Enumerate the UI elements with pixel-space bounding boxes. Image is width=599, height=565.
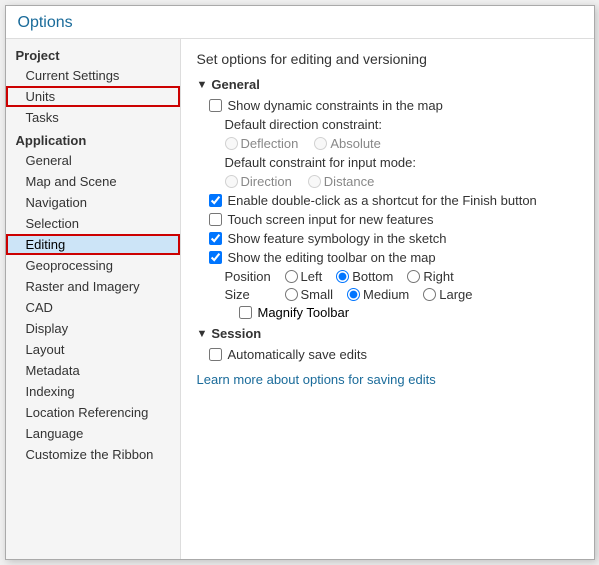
touch-screen-row: Touch screen input for new features xyxy=(209,212,578,227)
distance-option[interactable]: Distance xyxy=(308,174,375,189)
size-medium-radio[interactable] xyxy=(347,288,360,301)
magnify-toolbar-checkbox[interactable] xyxy=(239,306,252,319)
show-editing-toolbar-row: Show the editing toolbar on the map xyxy=(209,250,578,265)
size-small-label: Small xyxy=(301,287,334,302)
size-small-radio[interactable] xyxy=(285,288,298,301)
direction-radio[interactable] xyxy=(225,175,238,188)
size-small-option[interactable]: Small xyxy=(285,287,334,302)
sidebar-section-project: Project xyxy=(6,43,180,65)
show-editing-toolbar-checkbox[interactable] xyxy=(209,251,222,264)
position-right-option[interactable]: Right xyxy=(407,269,453,284)
enable-double-click-label: Enable double-click as a shortcut for th… xyxy=(228,193,537,208)
deflection-radio[interactable] xyxy=(225,137,238,150)
sidebar-item-editing[interactable]: Editing xyxy=(6,234,180,255)
absolute-label: Absolute xyxy=(330,136,381,151)
options-dialog: Options Project Current Settings Units T… xyxy=(5,5,595,560)
position-bottom-label: Bottom xyxy=(352,269,393,284)
size-large-option[interactable]: Large xyxy=(423,287,472,302)
size-medium-label: Medium xyxy=(363,287,409,302)
sidebar: Project Current Settings Units Tasks App… xyxy=(6,39,181,559)
absolute-radio[interactable] xyxy=(314,137,327,150)
session-section-label: Session xyxy=(211,326,261,341)
touch-screen-checkbox[interactable] xyxy=(209,213,222,226)
distance-label: Distance xyxy=(324,174,375,189)
auto-save-row: Automatically save edits xyxy=(209,347,578,362)
default-constraint-label: Default constraint for input mode: xyxy=(225,155,417,170)
sidebar-item-geoprocessing[interactable]: Geoprocessing xyxy=(6,255,180,276)
position-label: Position xyxy=(225,269,285,284)
dialog-title: Options xyxy=(6,6,594,39)
sidebar-item-units[interactable]: Units xyxy=(6,86,180,107)
position-bottom-radio[interactable] xyxy=(336,270,349,283)
general-section-label: General xyxy=(211,77,259,92)
sidebar-item-display[interactable]: Display xyxy=(6,318,180,339)
auto-save-checkbox[interactable] xyxy=(209,348,222,361)
position-left-label: Left xyxy=(301,269,323,284)
learn-more-link[interactable]: Learn more about options for saving edit… xyxy=(197,372,436,387)
session-collapse-arrow: ▼ xyxy=(197,328,208,340)
touch-screen-label: Touch screen input for new features xyxy=(228,212,434,227)
content-panel: Set options for editing and versioning ▼… xyxy=(181,39,594,559)
auto-save-label: Automatically save edits xyxy=(228,347,367,362)
sidebar-item-map-and-scene[interactable]: Map and Scene xyxy=(6,171,180,192)
sidebar-item-customize-ribbon[interactable]: Customize the Ribbon xyxy=(6,444,180,465)
sidebar-item-location-referencing[interactable]: Location Referencing xyxy=(6,402,180,423)
sidebar-section-application: Application xyxy=(6,128,180,150)
show-feature-symbology-checkbox[interactable] xyxy=(209,232,222,245)
sidebar-item-raster-imagery[interactable]: Raster and Imagery xyxy=(6,276,180,297)
position-row: Position Left Bottom Right xyxy=(225,269,578,284)
sidebar-item-indexing[interactable]: Indexing xyxy=(6,381,180,402)
general-section-header[interactable]: ▼ General xyxy=(197,77,578,92)
sidebar-item-tasks[interactable]: Tasks xyxy=(6,107,180,128)
sidebar-item-navigation[interactable]: Navigation xyxy=(6,192,180,213)
size-medium-option[interactable]: Medium xyxy=(347,287,409,302)
size-label: Size xyxy=(225,287,285,302)
sidebar-item-layout[interactable]: Layout xyxy=(6,339,180,360)
input-mode-group: Direction Distance xyxy=(225,174,578,189)
position-left-option[interactable]: Left xyxy=(285,269,323,284)
sidebar-item-metadata[interactable]: Metadata xyxy=(6,360,180,381)
sidebar-item-general[interactable]: General xyxy=(6,150,180,171)
size-row: Size Small Medium Large xyxy=(225,287,578,302)
deflection-option[interactable]: Deflection xyxy=(225,136,299,151)
sidebar-item-cad[interactable]: CAD xyxy=(6,297,180,318)
magnify-toolbar-row: Magnify Toolbar xyxy=(239,305,578,320)
show-feature-symbology-label: Show feature symbology in the sketch xyxy=(228,231,447,246)
default-direction-label-row: Default direction constraint: xyxy=(225,117,578,132)
absolute-option[interactable]: Absolute xyxy=(314,136,381,151)
sidebar-item-selection[interactable]: Selection xyxy=(6,213,180,234)
general-collapse-arrow: ▼ xyxy=(197,79,208,91)
show-feature-symbology-row: Show feature symbology in the sketch xyxy=(209,231,578,246)
session-section-header[interactable]: ▼ Session xyxy=(197,326,578,341)
show-editing-toolbar-label: Show the editing toolbar on the map xyxy=(228,250,436,265)
position-bottom-option[interactable]: Bottom xyxy=(336,269,393,284)
direction-option[interactable]: Direction xyxy=(225,174,292,189)
distance-radio[interactable] xyxy=(308,175,321,188)
sidebar-item-language[interactable]: Language xyxy=(6,423,180,444)
sidebar-item-current-settings[interactable]: Current Settings xyxy=(6,65,180,86)
default-direction-label: Default direction constraint: xyxy=(225,117,383,132)
size-large-radio[interactable] xyxy=(423,288,436,301)
deflection-label: Deflection xyxy=(241,136,299,151)
direction-constraint-group: Deflection Absolute xyxy=(225,136,578,151)
default-constraint-label-row: Default constraint for input mode: xyxy=(225,155,578,170)
position-right-label: Right xyxy=(423,269,453,284)
enable-double-click-checkbox[interactable] xyxy=(209,194,222,207)
magnify-toolbar-label: Magnify Toolbar xyxy=(258,305,350,320)
show-dynamic-constraints-label: Show dynamic constraints in the map xyxy=(228,98,443,113)
size-large-label: Large xyxy=(439,287,472,302)
direction-label: Direction xyxy=(241,174,292,189)
position-right-radio[interactable] xyxy=(407,270,420,283)
position-left-radio[interactable] xyxy=(285,270,298,283)
enable-double-click-row: Enable double-click as a shortcut for th… xyxy=(209,193,578,208)
show-dynamic-constraints-checkbox[interactable] xyxy=(209,99,222,112)
content-title: Set options for editing and versioning xyxy=(197,51,578,67)
dialog-body: Project Current Settings Units Tasks App… xyxy=(6,39,594,559)
show-dynamic-constraints-row: Show dynamic constraints in the map xyxy=(209,98,578,113)
